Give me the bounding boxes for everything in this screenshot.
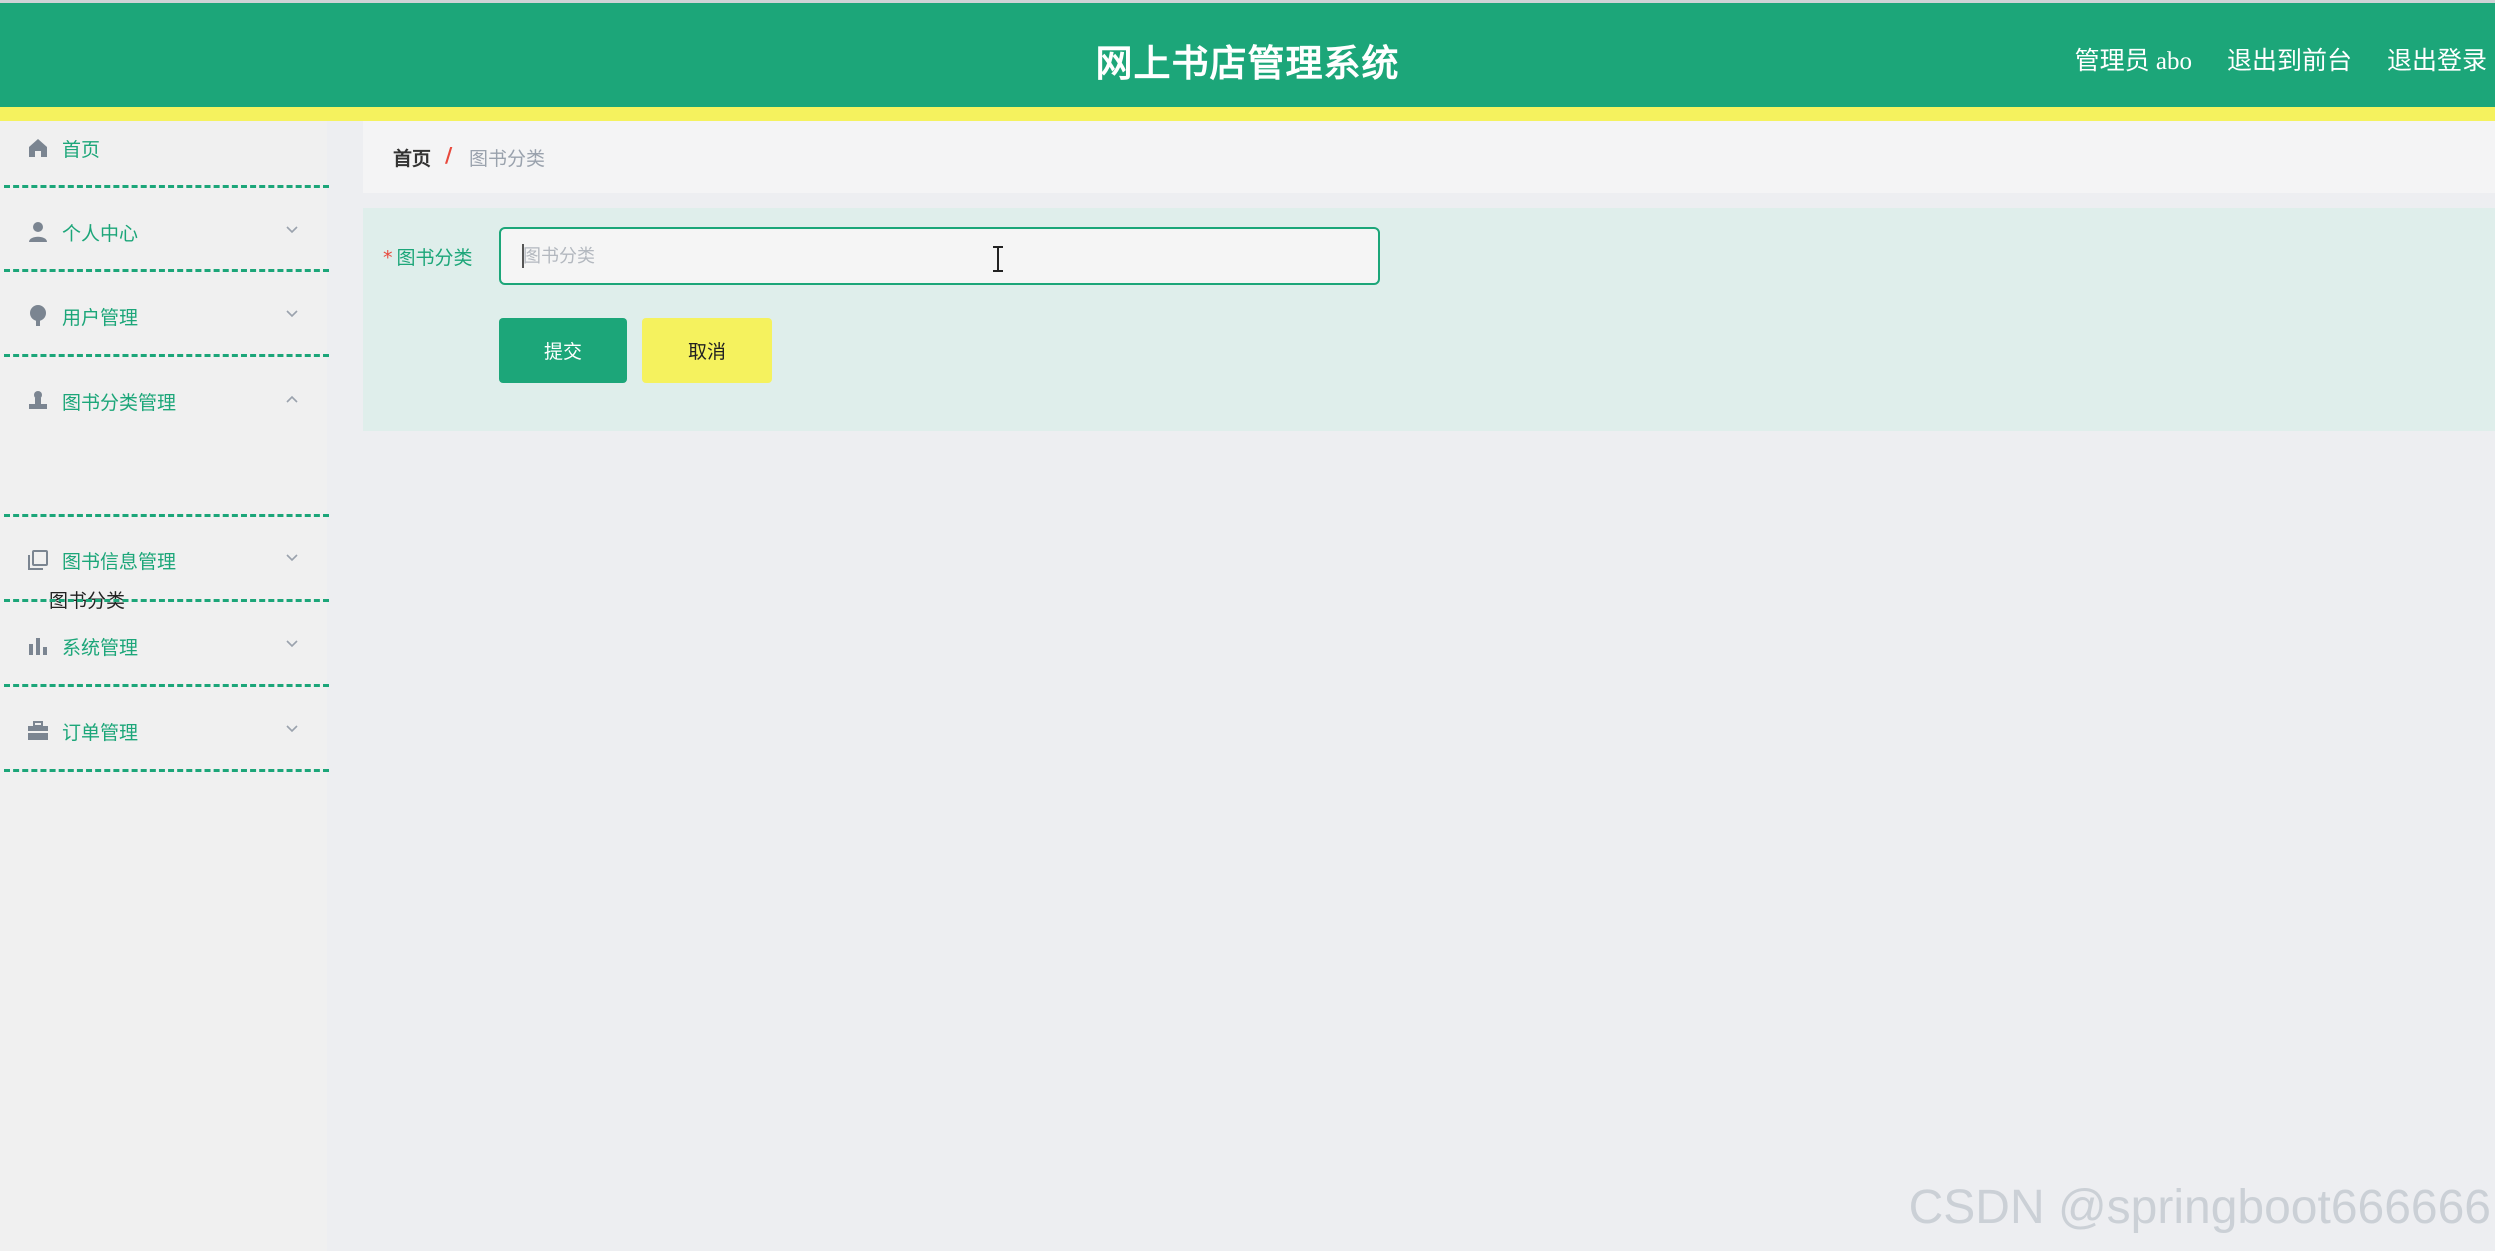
user-icon xyxy=(29,222,47,242)
copy-icon xyxy=(28,550,48,570)
header-accent-bar xyxy=(0,107,2495,121)
sidebar-item-home[interactable]: 首页 xyxy=(0,128,327,168)
sidebar-item-profile[interactable]: 个人中心 xyxy=(0,212,327,252)
cancel-button[interactable]: 取消 xyxy=(642,318,772,383)
sidebar-divider xyxy=(4,769,329,772)
bar-chart-icon xyxy=(29,638,47,655)
sidebar-divider xyxy=(4,514,329,517)
sidebar-item-label: 用户管理 xyxy=(62,307,139,329)
admin-user-label: 管理员 abo xyxy=(2074,48,2192,75)
sidebar-divider xyxy=(4,599,329,602)
chevron-down-icon xyxy=(286,310,298,318)
sidebar-item-label: 图书分类管理 xyxy=(62,392,177,414)
sidebar-divider xyxy=(4,269,329,272)
pin-icon xyxy=(30,305,46,326)
sidebar-item-user-management[interactable]: 用户管理 xyxy=(0,296,327,336)
sidebar-divider xyxy=(4,684,329,687)
sidebar-item-order-management[interactable]: 订单管理 xyxy=(0,711,327,751)
logout-link[interactable]: 退出登录 xyxy=(2387,41,2487,77)
text-caret xyxy=(522,244,524,268)
sidebar-divider xyxy=(4,354,329,357)
sidebar-item-book-category-management[interactable]: 图书分类管理 xyxy=(0,381,327,421)
watermark: CSDN @springboot666666 xyxy=(1908,1181,2491,1234)
sidebar-item-label: 个人中心 xyxy=(62,223,139,245)
text-cursor-icon xyxy=(993,246,1003,272)
book-category-field-label: * 图书分类 xyxy=(383,243,473,270)
chevron-down-icon xyxy=(286,725,298,733)
submit-button[interactable]: 提交 xyxy=(499,318,627,383)
header-actions: 管理员 abo 退出到前台 退出登录 xyxy=(2040,41,2487,77)
home-icon xyxy=(29,139,47,157)
required-mark: * xyxy=(383,247,393,269)
sidebar-item-label: 订单管理 xyxy=(62,722,139,744)
breadcrumb-separator: / xyxy=(445,143,453,167)
breadcrumb: 首页 / 图书分类 xyxy=(363,121,2495,193)
breadcrumb-home-link[interactable]: 首页 xyxy=(393,144,431,171)
stamp-icon xyxy=(29,391,47,409)
sidebar: 首页 个人中心 用户管理 图书分类管理 图书分类 图书信息管理 系统管理 订单管… xyxy=(0,121,329,1251)
category-form: *图书分类 提交 取消 xyxy=(363,208,2495,431)
chevron-down-icon xyxy=(286,554,298,562)
sidebar-item-label: 图书信息管理 xyxy=(62,551,177,573)
sidebar-item-book-info-management[interactable]: 图书信息管理 xyxy=(0,540,327,580)
breadcrumb-current: 图书分类 xyxy=(469,148,546,170)
field-label-text: 图书分类 xyxy=(396,247,473,269)
book-category-input[interactable] xyxy=(499,227,1380,285)
sidebar-item-label: 首页 xyxy=(62,139,101,161)
chevron-down-icon xyxy=(286,226,298,234)
sidebar-item-label: 系统管理 xyxy=(62,637,139,659)
briefcase-icon xyxy=(28,721,48,740)
exit-to-front-link[interactable]: 退出到前台 xyxy=(2227,41,2352,77)
sidebar-divider xyxy=(4,185,329,188)
sidebar-item-system-management[interactable]: 系统管理 xyxy=(0,626,327,666)
chevron-up-icon xyxy=(286,395,298,403)
top-header: 网上书店管理系统 管理员 abo 退出到前台 退出登录 xyxy=(0,3,2495,107)
chevron-down-icon xyxy=(286,640,298,648)
